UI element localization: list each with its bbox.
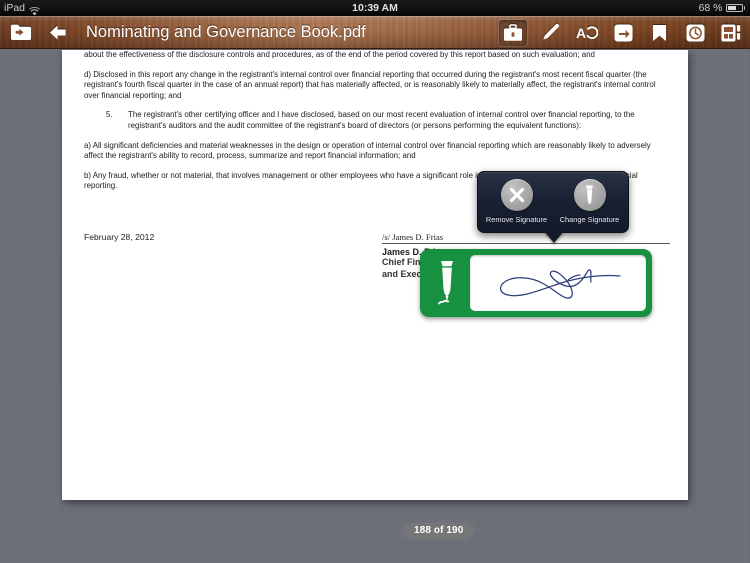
popup-arrow <box>544 231 564 243</box>
status-bar-right: 68 % <box>699 0 745 16</box>
status-bar-time: 10:39 AM <box>352 2 398 14</box>
list-number: 5. <box>106 110 113 120</box>
document-paragraph: about the effectiveness of the disclosur… <box>84 50 595 59</box>
signature-pen-icon <box>426 255 468 311</box>
title-bar-tools: A <box>498 16 744 49</box>
pencil-icon[interactable] <box>538 20 564 46</box>
close-x-icon <box>500 179 533 211</box>
document-numbered-item: 5. The registrant's other certifying off… <box>84 110 670 131</box>
briefcase-icon[interactable] <box>498 18 528 47</box>
page-title: Nominating and Governance Book.pdf <box>86 23 366 41</box>
remove-signature-button[interactable]: Remove Signature <box>486 179 548 224</box>
svg-text:A: A <box>576 25 586 41</box>
bottom-toolbar: Back Next 1 of 2 signatures remaining Co… <box>0 505 750 563</box>
signed-line: /s/ James D. Frias <box>382 232 670 244</box>
bookmark-icon[interactable] <box>646 20 672 46</box>
clock-icon[interactable] <box>682 20 708 46</box>
thumbnails-icon[interactable] <box>718 20 744 46</box>
text-reflow-icon[interactable]: A <box>574 20 600 46</box>
signature-ink-area[interactable] <box>470 255 646 311</box>
arrow-left-icon[interactable] <box>44 20 70 46</box>
title-bar: Nominating and Governance Book.pdf A <box>0 16 750 49</box>
folder-back-icon[interactable] <box>8 20 34 46</box>
app-root: iPad 10:39 AM 68 % Nominating and Govern… <box>0 0 750 563</box>
signature-field[interactable] <box>420 249 652 317</box>
document-paragraph: a) All significant deficiencies and mate… <box>84 140 651 161</box>
signature-pen-icon <box>573 179 606 211</box>
signature-date: February 28, 2012 <box>84 232 155 242</box>
list-text: The registrant's other certifying office… <box>128 110 635 130</box>
remove-signature-label: Remove Signature <box>485 215 548 224</box>
battery-icon <box>725 4 745 12</box>
status-bar: iPad 10:39 AM 68 % <box>0 0 750 16</box>
document-paragraph: d) Disclosed in this report any change i… <box>84 69 656 100</box>
arrow-right-box-icon[interactable] <box>610 20 636 46</box>
battery-percent-label: 68 % <box>698 2 723 14</box>
change-signature-button[interactable]: Change Signature <box>559 179 621 224</box>
title-bar-left-controls <box>8 16 70 49</box>
signature-context-popup: Remove Signature Change Signature <box>477 171 629 243</box>
change-signature-label: Change Signature <box>559 215 620 224</box>
